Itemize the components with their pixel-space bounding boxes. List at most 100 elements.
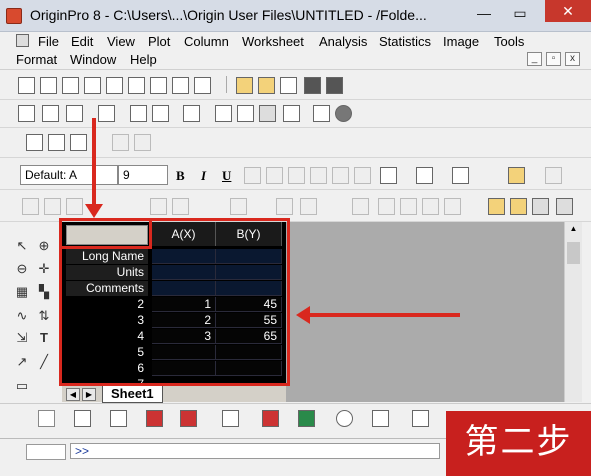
line-style-icon[interactable] (416, 167, 433, 184)
open-template-icon[interactable] (258, 77, 275, 94)
scatter-plot-icon[interactable] (74, 410, 91, 427)
layer-2-icon[interactable] (172, 198, 189, 215)
text-tool-icon[interactable]: T (36, 330, 52, 346)
vertical-scrollbar[interactable]: ▲ (564, 222, 582, 402)
open-icon[interactable] (236, 77, 253, 94)
data-display-icon[interactable] (66, 198, 83, 215)
print-icon[interactable] (98, 105, 115, 122)
bar-plot-icon[interactable] (180, 410, 197, 427)
menu-view[interactable]: View (107, 34, 135, 49)
screen-reader-icon[interactable] (44, 198, 61, 215)
rotate-icon[interactable] (422, 198, 439, 215)
frame-icon[interactable] (300, 198, 317, 215)
menu-image[interactable]: Image (443, 34, 479, 49)
graph-export-icon[interactable] (412, 410, 429, 427)
refresh-icon[interactable] (152, 105, 169, 122)
crosshair-icon[interactable]: ✛ (36, 261, 52, 277)
menu-plot[interactable]: Plot (148, 34, 170, 49)
mdi-restore-icon[interactable]: ▫ (546, 52, 561, 66)
tab-prev-icon[interactable]: ◀ (66, 388, 80, 401)
greek-icon[interactable] (310, 167, 327, 184)
decrease-font-icon[interactable] (354, 167, 371, 184)
scroll-up-icon[interactable]: ▲ (567, 224, 580, 238)
font-size-combo[interactable]: 9 (118, 165, 168, 185)
import-single-ascii-icon[interactable] (18, 105, 35, 122)
font-combo[interactable]: Default: A (20, 165, 118, 185)
region-icon[interactable]: ▦ (14, 284, 30, 300)
line-tool-icon[interactable]: ╱ (36, 354, 52, 370)
results-log-icon[interactable] (215, 105, 232, 122)
new-graph-icon[interactable] (106, 77, 123, 94)
menu-worksheet[interactable]: Worksheet (242, 34, 304, 49)
supersubscript-icon[interactable] (288, 167, 305, 184)
increase-font-icon[interactable] (332, 167, 349, 184)
maximize-button[interactable]: ▭ (505, 2, 535, 24)
align-icon[interactable] (380, 167, 397, 184)
menu-help[interactable]: Help (130, 52, 157, 67)
axis-icon[interactable] (230, 198, 247, 215)
new-notes-icon[interactable] (194, 77, 211, 94)
arrange-layers-icon[interactable] (134, 134, 151, 151)
zoom-in-icon[interactable]: ⊕ (36, 238, 52, 254)
new-worksheet-icon[interactable] (62, 77, 79, 94)
new-folder-icon[interactable] (40, 77, 57, 94)
align-center-icon[interactable] (378, 198, 395, 215)
new-project-icon[interactable] (18, 77, 35, 94)
zoom-data-icon[interactable] (22, 198, 39, 215)
command-window-icon[interactable] (237, 105, 254, 122)
minimize-button[interactable]: — (469, 2, 499, 24)
sheet-tab-sheet1[interactable]: Sheet1 (102, 386, 163, 403)
zoom-out-icon[interactable]: ⊖ (14, 261, 30, 277)
command-input[interactable]: >> (70, 443, 440, 459)
data-selector-icon[interactable]: ⇅ (36, 308, 52, 324)
project-explorer-icon[interactable] (183, 105, 200, 122)
code-builder-icon[interactable] (259, 105, 276, 122)
rectangle-tool-icon[interactable]: ▭ (14, 378, 30, 394)
new-function-icon[interactable] (150, 77, 167, 94)
superscript-icon[interactable] (244, 167, 261, 184)
command-history[interactable] (26, 444, 66, 460)
new-excel-icon[interactable] (84, 77, 101, 94)
new-layout-icon[interactable] (172, 77, 189, 94)
menu-statistics[interactable]: Statistics (379, 34, 431, 49)
bold-button[interactable]: B (176, 168, 185, 184)
start-page-icon[interactable] (335, 105, 352, 122)
custom-routine-icon[interactable] (283, 105, 300, 122)
menu-analysis[interactable]: Analysis (319, 34, 367, 49)
layer-1-icon[interactable] (150, 198, 167, 215)
folder-icon[interactable] (510, 198, 527, 215)
menu-file[interactable]: File (38, 34, 59, 49)
align-left-icon[interactable] (352, 198, 369, 215)
duplicate-icon[interactable] (130, 105, 147, 122)
edit-icon[interactable] (488, 198, 505, 215)
save-template-icon[interactable] (326, 77, 343, 94)
menu-column[interactable]: Column (184, 34, 229, 49)
grid-icon[interactable] (276, 198, 293, 215)
underline-button[interactable]: U (222, 168, 231, 184)
copy-icon[interactable] (48, 134, 65, 151)
close-button[interactable]: ✕ (545, 0, 591, 22)
menu-tools[interactable]: Tools (494, 34, 524, 49)
polar-plot-icon[interactable] (336, 410, 353, 427)
scale-icon[interactable]: ⇲ (14, 330, 30, 346)
paste-icon[interactable] (70, 134, 87, 151)
mdi-close-icon[interactable]: x (565, 52, 580, 66)
line-plot-icon[interactable] (38, 410, 55, 427)
pointer-icon[interactable]: ↖ (14, 238, 30, 254)
cut-icon[interactable] (26, 134, 43, 151)
import-wizard-icon[interactable] (66, 105, 83, 122)
open-excel-icon[interactable] (280, 77, 297, 94)
italic-button[interactable]: I (201, 168, 206, 184)
menu-format[interactable]: Format (16, 52, 57, 67)
add-new-column-icon[interactable] (313, 105, 330, 122)
align-right-icon[interactable] (400, 198, 417, 215)
import-multiple-ascii-icon[interactable] (42, 105, 59, 122)
statistics-plot-icon[interactable] (262, 410, 279, 427)
save-project-icon[interactable] (304, 77, 321, 94)
add-layer-icon[interactable] (112, 134, 129, 151)
tab-next-icon[interactable]: ▶ (82, 388, 96, 401)
group-icon[interactable] (444, 198, 461, 215)
menu-window[interactable]: Window (70, 52, 116, 67)
arrow-tool-icon[interactable]: ↗ (14, 354, 30, 370)
font-color-icon[interactable] (452, 167, 469, 184)
